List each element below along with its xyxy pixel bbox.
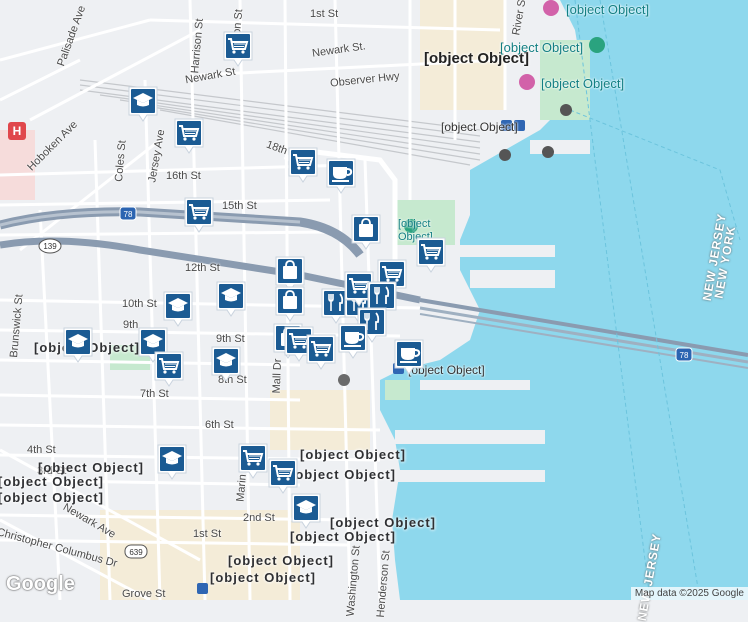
education-marker[interactable] (127, 85, 159, 125)
district-label: [object Object] (228, 553, 335, 568)
shopping-poi-icon (338, 374, 350, 386)
grocery-marker[interactable] (183, 196, 215, 236)
grocery-marker[interactable] (305, 333, 337, 373)
street-label: Grove St (122, 588, 166, 600)
park-pergola-icon (589, 37, 605, 53)
route-139-shield-icon: 139 (38, 238, 62, 254)
street-label: 1st St (310, 8, 339, 20)
ferry-pier-icon (560, 104, 572, 116)
street-label: 4th St (27, 444, 56, 456)
district-label: [object Object] (290, 467, 397, 482)
poi-label[interactable]: [object Object] (541, 76, 624, 91)
street-label: 16th St (166, 170, 201, 182)
education-marker[interactable] (156, 443, 188, 483)
poi-label[interactable]: [object Object] (500, 40, 583, 55)
street-label: 15th St (222, 200, 257, 212)
svg-text:139: 139 (43, 242, 57, 251)
street-label: 12th St (185, 262, 220, 274)
route-78-shield-east-icon: 78 (675, 347, 693, 362)
cafe-marker[interactable] (337, 322, 369, 362)
walkway-photo-icon (543, 0, 559, 16)
grocery-marker[interactable] (222, 30, 254, 70)
ferry-terminal-icon (499, 149, 511, 161)
district-label: [object Object] (210, 570, 317, 585)
grocery-marker[interactable] (173, 117, 205, 157)
grocery-marker[interactable] (267, 457, 299, 497)
district-label: [object Object] (0, 474, 105, 489)
ferry-poi-icon (542, 146, 554, 158)
street-label: 9th (123, 319, 139, 331)
cafe-marker[interactable] (325, 157, 357, 197)
education-marker[interactable] (162, 290, 194, 330)
education-marker[interactable] (215, 280, 247, 320)
district-label: [object Object] (300, 447, 407, 462)
district-label: [object Object] (38, 460, 145, 475)
cafe-marker[interactable] (393, 338, 425, 378)
education-marker[interactable] (290, 492, 322, 532)
svg-text:639: 639 (129, 548, 143, 557)
svg-text:78: 78 (124, 210, 133, 219)
waterfront-photo-icon (519, 74, 535, 90)
svg-text:78: 78 (680, 351, 689, 360)
grocery-marker[interactable] (153, 350, 185, 390)
grocery-marker[interactable] (237, 442, 269, 482)
poi-label[interactable]: [object Object] (441, 120, 518, 134)
route-78-shield-icon: 78 (119, 206, 137, 221)
hospital-icon[interactable]: H (8, 122, 26, 140)
poi-label[interactable]: [object Object] (566, 2, 649, 17)
street-label: 6th St (205, 419, 234, 431)
district-label: [object Object] (330, 515, 437, 530)
education-marker[interactable] (210, 345, 242, 385)
street-label: 10th St (122, 298, 157, 310)
district-label: [object Object] (0, 490, 105, 505)
map-attribution[interactable]: Map data ©2025 Google (630, 587, 748, 600)
street-label: 2nd St (243, 512, 275, 524)
education-marker[interactable] (62, 326, 94, 366)
shopping-marker[interactable] (274, 285, 306, 325)
route-639-shield-icon: 639 (124, 544, 148, 559)
grove-st-station-icon (197, 583, 208, 594)
grocery-marker[interactable] (415, 236, 447, 276)
google-logo[interactable]: Google (6, 573, 75, 596)
shopping-marker[interactable] (350, 213, 382, 253)
grocery-marker[interactable] (287, 146, 319, 186)
street-label: 1st St (193, 528, 222, 540)
street-label: 9th St (216, 333, 245, 345)
